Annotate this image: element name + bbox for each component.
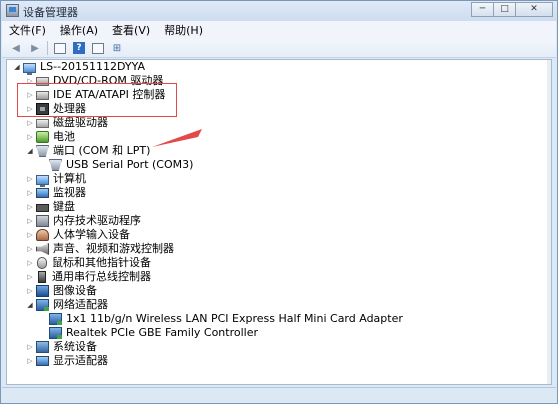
expand-arrow-icon[interactable]: ▷	[25, 116, 35, 130]
display-adapter-icon	[36, 356, 49, 366]
close-button[interactable]: ✕	[515, 2, 553, 17]
expand-arrow-icon[interactable]: ▷	[25, 186, 35, 200]
keyboard-icon	[36, 204, 49, 212]
back-arrow-icon[interactable]: ◀	[8, 41, 24, 55]
mouse-icon	[37, 257, 47, 269]
tree-root-label: LS--20151112DYYA	[40, 60, 146, 73]
properties-icon[interactable]	[52, 41, 68, 55]
battery-icon	[36, 131, 49, 143]
tree-item-label: 端口 (COM 和 LPT)	[53, 144, 151, 157]
expand-arrow-icon[interactable]: ▷	[25, 172, 35, 186]
menu-help[interactable]: 帮助(H)	[157, 22, 210, 38]
tree-item-label: 鼠标和其他指针设备	[52, 256, 151, 269]
tree-item-label: USB Serial Port (COM3)	[66, 158, 194, 171]
tree-item-label: 监视器	[53, 186, 86, 199]
tree-item-monitor[interactable]: ▷ 监视器	[25, 186, 86, 200]
tree-item-label: 通用串行总线控制器	[52, 270, 151, 283]
scan-hardware-icon[interactable]: ⊞	[109, 41, 125, 55]
tree-item-label: 磁盘驱动器	[53, 116, 108, 129]
network-adapter-icon	[49, 327, 62, 339]
tree-item-usb[interactable]: ▷ 通用串行总线控制器	[25, 270, 151, 284]
tree-item-label: Realtek PCIe GBE Family Controller	[66, 326, 259, 339]
network-adapter-icon	[49, 313, 62, 325]
computer-icon	[23, 62, 36, 75]
tree-item-label: 键盘	[53, 200, 75, 213]
tree-item-ports[interactable]: ◢ 端口 (COM 和 LPT)	[25, 144, 150, 158]
expand-arrow-icon[interactable]: ▷	[25, 130, 35, 144]
computer-icon	[36, 174, 49, 187]
tree-item-label: 计算机	[53, 172, 86, 185]
status-bar	[2, 387, 556, 402]
hid-icon	[36, 229, 49, 241]
menu-view[interactable]: 查看(V)	[105, 22, 157, 38]
tree-item-mouse[interactable]: ▷ 鼠标和其他指针设备	[25, 256, 151, 270]
minimize-button[interactable]: ─	[471, 2, 494, 17]
title-bar[interactable]: 设备管理器 ─ □ ✕	[1, 1, 557, 21]
sound-icon	[36, 243, 49, 255]
tree-item-label: 系统设备	[53, 340, 97, 353]
tree-item-usb-serial-port[interactable]: USB Serial Port (COM3)	[38, 158, 193, 172]
menu-file[interactable]: 文件(F)	[2, 22, 53, 38]
usb-icon	[38, 271, 46, 283]
window-controls: ─ □ ✕	[471, 2, 553, 17]
expand-arrow-icon[interactable]: ▷	[25, 270, 35, 284]
collapse-arrow-icon[interactable]: ◢	[25, 298, 35, 312]
menu-action[interactable]: 操作(A)	[53, 22, 105, 38]
tree-item-display[interactable]: ▷ 显示适配器	[25, 354, 108, 368]
network-icon	[36, 299, 49, 311]
port-icon	[49, 159, 62, 171]
expand-arrow-icon[interactable]: ▷	[25, 284, 35, 298]
tree-item-label: 显示适配器	[53, 354, 108, 367]
view-icon[interactable]	[90, 41, 106, 55]
memory-icon	[36, 215, 49, 227]
tree-item-label: 电池	[53, 130, 75, 143]
tree-item-label: 声音、视频和游戏控制器	[53, 242, 174, 255]
expand-arrow-icon[interactable]: ▷	[25, 340, 35, 354]
expand-arrow-icon[interactable]: ▷	[25, 200, 35, 214]
monitor-icon	[36, 188, 49, 198]
imaging-icon	[36, 285, 49, 297]
expand-arrow-icon[interactable]: ▷	[25, 242, 35, 256]
highlight-box	[17, 83, 177, 117]
tree-item-computer[interactable]: ▷ 计算机	[25, 172, 86, 187]
forward-arrow-icon[interactable]: ▶	[27, 41, 43, 55]
toolbar-separator	[47, 41, 48, 55]
expand-arrow-icon[interactable]: ▷	[25, 256, 35, 270]
tree-item-keyboard[interactable]: ▷ 键盘	[25, 200, 75, 214]
system-icon	[36, 341, 49, 353]
tree-item-label: 内存技术驱动程序	[53, 214, 141, 227]
window-title: 设备管理器	[23, 6, 78, 19]
expand-arrow-icon[interactable]: ▷	[25, 214, 35, 228]
tree-item-sound[interactable]: ▷ 声音、视频和游戏控制器	[25, 242, 174, 256]
tree-item-battery[interactable]: ▷ 电池	[25, 130, 75, 144]
menu-bar: 文件(F) 操作(A) 查看(V) 帮助(H)	[2, 21, 556, 39]
collapse-arrow-icon[interactable]: ◢	[25, 144, 35, 158]
tree-item-label: 网络适配器	[53, 298, 108, 311]
tree-item-label: 图像设备	[53, 284, 97, 297]
tree-item-system[interactable]: ▷ 系统设备	[25, 340, 97, 354]
tree-item-wireless-adapter[interactable]: 1x1 11b/g/n Wireless LAN PCI Express Hal…	[38, 312, 403, 326]
collapse-arrow-icon[interactable]: ◢	[12, 60, 22, 74]
expand-arrow-icon[interactable]: ▷	[25, 354, 35, 368]
toolbar: ◀ ▶ ? ⊞	[2, 39, 556, 58]
tree-item-memory[interactable]: ▷ 内存技术驱动程序	[25, 214, 141, 228]
device-manager-icon	[6, 4, 19, 17]
tree-item-realtek-adapter[interactable]: Realtek PCIe GBE Family Controller	[38, 326, 258, 340]
vertical-scrollbar[interactable]	[547, 60, 551, 384]
tree-item-network[interactable]: ◢ 网络适配器	[25, 298, 108, 312]
tree-item-label: 1x1 11b/g/n Wireless LAN PCI Express Hal…	[66, 312, 403, 325]
maximize-button[interactable]: □	[493, 2, 516, 17]
help-icon[interactable]: ?	[71, 41, 87, 55]
disk-drive-icon	[36, 118, 49, 128]
tree-root[interactable]: ◢ LS--20151112DYYA	[12, 60, 146, 75]
port-icon	[36, 145, 49, 157]
tree-item-disk[interactable]: ▷ 磁盘驱动器	[25, 116, 108, 130]
tree-item-imaging[interactable]: ▷ 图像设备	[25, 284, 97, 298]
tree-item-hid[interactable]: ▷ 人体学输入设备	[25, 228, 130, 242]
expand-arrow-icon[interactable]: ▷	[25, 228, 35, 242]
tree-item-label: 人体学输入设备	[53, 228, 130, 241]
